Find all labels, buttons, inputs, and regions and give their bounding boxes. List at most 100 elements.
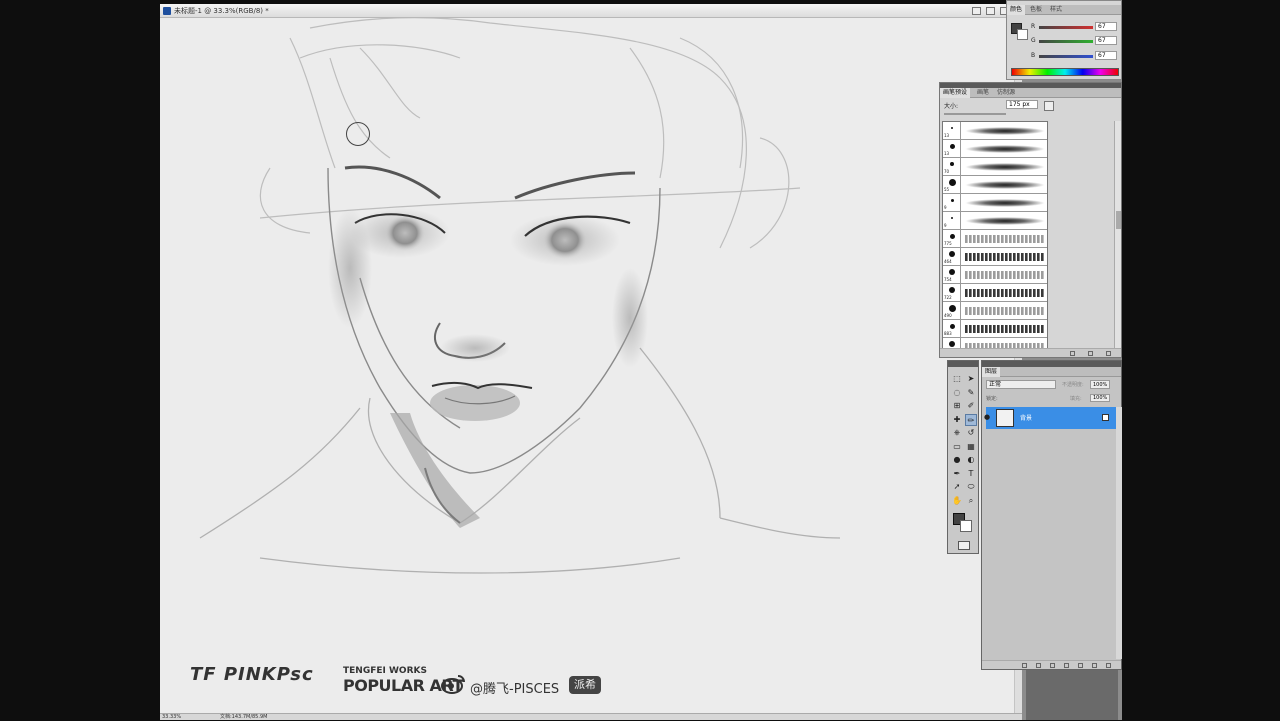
brush-size-label: 883 xyxy=(944,331,952,336)
brush-preset-item[interactable]: 9 xyxy=(943,212,1047,230)
brush-preset-item[interactable]: 13 xyxy=(943,140,1047,158)
background-color[interactable] xyxy=(960,520,972,532)
group-icon[interactable] xyxy=(1078,663,1083,668)
adjustment-layer-icon[interactable] xyxy=(1064,663,1069,668)
canvas[interactable] xyxy=(160,18,1022,714)
green-value-input[interactable]: 67 xyxy=(1095,36,1117,45)
lasso-tool-icon[interactable]: ◌ xyxy=(951,387,963,399)
brush-size-label: 490 xyxy=(944,313,952,318)
lock-label: 锁定: xyxy=(986,396,998,402)
studio-name: TENGFEI WORKS xyxy=(343,666,427,676)
brush-presets-panel: 画笔预设 画笔 仿制源 大小: 175 px 13 13 70 55 9 9 775 464 7… xyxy=(939,82,1122,358)
brand-badge: 派希 xyxy=(569,676,601,694)
minimize-button[interactable] xyxy=(972,7,981,15)
tab-brush[interactable]: 画笔 xyxy=(974,88,992,98)
layer-thumbnail xyxy=(996,409,1014,427)
background-color-swatch[interactable] xyxy=(1017,29,1028,40)
delete-brush-icon[interactable] xyxy=(1106,351,1111,356)
blend-mode-select[interactable]: 正常 xyxy=(986,380,1056,389)
brush-preset-item[interactable]: 722 xyxy=(943,284,1047,302)
layers-panel: 图层 正常 不透明度: 100% 锁定: 填充: 100% ● 背景 xyxy=(981,360,1122,670)
quick-mask-icon[interactable] xyxy=(958,541,970,550)
history-brush-tool-icon[interactable]: ↺ xyxy=(965,427,977,439)
brush-preset-item[interactable]: 55 xyxy=(943,176,1047,194)
restore-button[interactable] xyxy=(986,7,995,15)
tab-clone-source[interactable]: 仿制源 xyxy=(994,88,1018,98)
blue-value-input[interactable]: 67 xyxy=(1095,51,1117,60)
brush-size-slider[interactable] xyxy=(944,113,1006,115)
document-title: 未标题-1 @ 33.3%(RGB/8) * xyxy=(174,7,269,15)
brush-size-label: 775 xyxy=(944,241,952,246)
crop-tool-icon[interactable]: ⊞ xyxy=(951,400,963,412)
layer-style-icon[interactable] xyxy=(1036,663,1041,668)
new-brush-icon[interactable] xyxy=(1088,351,1093,356)
brush-stroke-preview xyxy=(965,127,1045,135)
path-select-tool-icon[interactable]: ➚ xyxy=(951,481,963,493)
healing-tool-icon[interactable]: ✚ xyxy=(951,414,963,426)
brush-stroke-preview xyxy=(965,307,1045,315)
color-panel-tabs: 颜色 色板 样式 xyxy=(1007,5,1121,15)
layers-scrollbar[interactable] xyxy=(1116,407,1122,659)
clone-stamp-tool-icon[interactable]: ⎈ xyxy=(951,427,963,439)
pen-tool-icon[interactable]: ✒ xyxy=(951,468,963,480)
layer-name[interactable]: 背景 xyxy=(1020,413,1032,422)
brush-preset-item[interactable]: 775 xyxy=(943,230,1047,248)
color-spectrum-bar[interactable] xyxy=(1011,68,1119,76)
eraser-tool-icon[interactable]: ▭ xyxy=(951,441,963,453)
opacity-input[interactable]: 100% xyxy=(1090,380,1110,389)
red-slider[interactable] xyxy=(1039,26,1093,29)
eye-icon[interactable]: ● xyxy=(984,413,994,423)
portrait-sketch xyxy=(199,18,841,574)
type-tool-icon[interactable]: T xyxy=(965,468,977,480)
color-panel: 颜色 色板 样式 R 67 G 67 B 67 xyxy=(1006,0,1122,80)
new-layer-icon[interactable] xyxy=(1092,663,1097,668)
move-tool-icon[interactable]: ➤ xyxy=(965,373,977,385)
brush-stroke-preview xyxy=(965,163,1045,171)
dodge-tool-icon[interactable]: ◐ xyxy=(965,454,977,466)
brush-preset-item[interactable]: 70 xyxy=(943,158,1047,176)
brush-size-label: 70 xyxy=(944,169,950,174)
link-layers-icon[interactable] xyxy=(1022,663,1027,668)
brush-tip-icon: 9 xyxy=(943,212,961,230)
tab-swatches[interactable]: 色板 xyxy=(1027,5,1045,15)
delete-layer-icon[interactable] xyxy=(1106,663,1111,668)
layers-panel-footer xyxy=(982,660,1121,669)
brush-tip-icon: 55 xyxy=(943,176,961,194)
marquee-tool-icon[interactable]: ⬚ xyxy=(951,373,963,385)
brush-stroke-preview xyxy=(965,145,1045,153)
tab-layers[interactable]: 图层 xyxy=(982,367,1001,377)
shape-tool-icon[interactable]: ⬭ xyxy=(965,481,977,493)
brush-size-input[interactable]: 175 px xyxy=(1006,100,1038,109)
brush-tool-icon[interactable]: ✏ xyxy=(965,413,977,426)
tab-brush-presets[interactable]: 画笔预设 xyxy=(940,88,971,98)
brush-preset-item[interactable]: 490 xyxy=(943,302,1047,320)
layer-row[interactable]: ● 背景 xyxy=(984,407,1116,429)
toggle-brush-panel-icon[interactable] xyxy=(1070,351,1075,356)
blue-slider[interactable] xyxy=(1039,55,1093,58)
brush-size-label: 13 xyxy=(944,151,950,156)
red-value-input[interactable]: 67 xyxy=(1095,22,1117,31)
tab-styles[interactable]: 样式 xyxy=(1047,5,1065,15)
layer-mask-icon[interactable] xyxy=(1050,663,1055,668)
eyedropper-tool-icon[interactable]: ✐ xyxy=(965,400,977,412)
blur-tool-icon[interactable]: ● xyxy=(951,454,963,466)
green-channel-label: G xyxy=(1031,37,1036,44)
brush-preset-item[interactable]: 754 xyxy=(943,266,1047,284)
signature-logo: TF PINKPsc xyxy=(190,664,314,685)
gradient-tool-icon[interactable]: ▦ xyxy=(965,441,977,453)
fill-input[interactable]: 100% xyxy=(1090,394,1110,402)
tab-color[interactable]: 颜色 xyxy=(1007,5,1026,15)
brush-preset-item[interactable]: 9 xyxy=(943,194,1047,212)
brush-preset-item[interactable]: 883 xyxy=(943,320,1047,338)
lock-icon xyxy=(1102,414,1109,421)
brush-preset-item[interactable]: 13 xyxy=(943,122,1047,140)
brush-preset-item[interactable]: 464 xyxy=(943,248,1047,266)
zoom-tool-icon[interactable]: ⌕ xyxy=(965,495,977,507)
brush-list-scrollbar[interactable] xyxy=(1114,121,1121,349)
weibo-icon xyxy=(441,675,465,694)
document-title-bar[interactable]: 未标题-1 @ 33.3%(RGB/8) * xyxy=(160,4,1022,18)
hand-tool-icon[interactable]: ✋ xyxy=(951,495,963,507)
new-preset-icon[interactable] xyxy=(1044,101,1054,111)
green-slider[interactable] xyxy=(1039,40,1093,43)
quick-select-tool-icon[interactable]: ✎ xyxy=(965,387,977,399)
